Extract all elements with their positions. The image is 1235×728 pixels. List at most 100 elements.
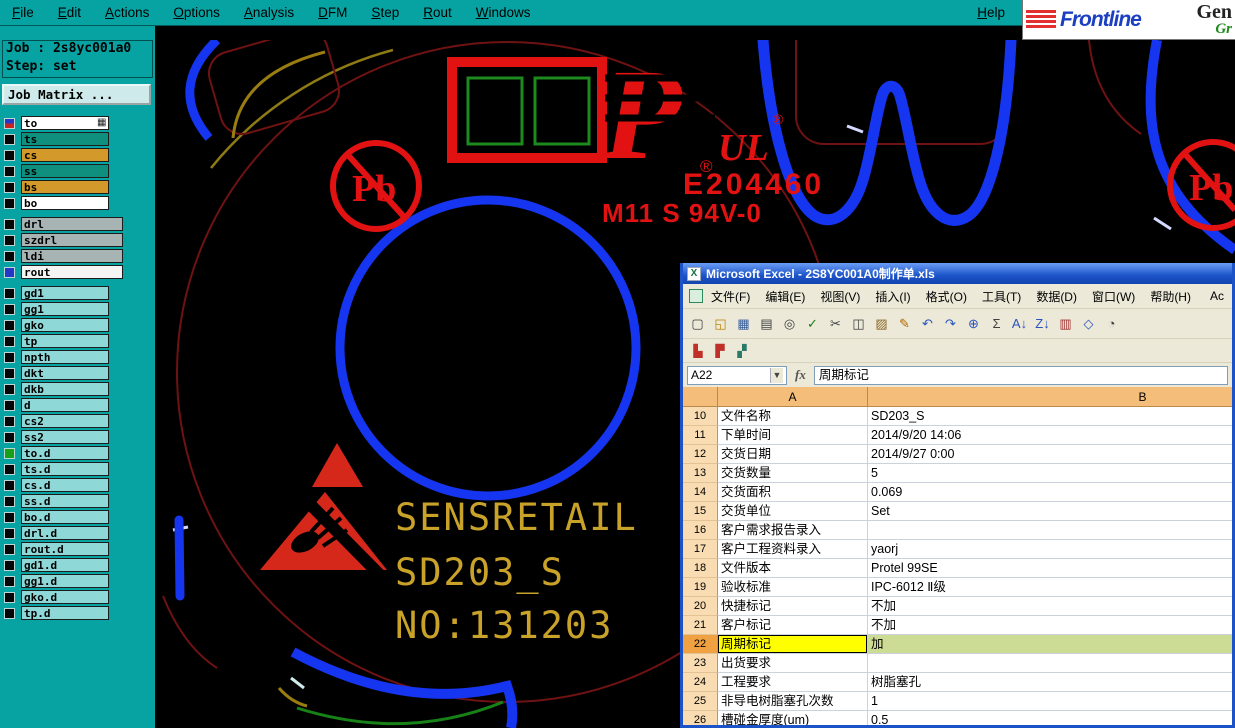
layer-row[interactable]: cs xyxy=(2,147,153,163)
cell-label[interactable]: 文件版本 xyxy=(718,559,868,578)
toolbar-icon[interactable]: ▨ xyxy=(871,313,892,334)
cell-value[interactable]: 5 xyxy=(868,464,1232,483)
layer-select-checkbox[interactable] xyxy=(4,495,15,507)
row-header[interactable]: 24 xyxy=(683,673,718,692)
menu-item[interactable]: Windows xyxy=(476,5,531,20)
layer-row[interactable]: cs2 xyxy=(2,413,153,429)
cell-label[interactable]: 非导电树脂塞孔次数 xyxy=(718,692,868,711)
layer-select-checkbox[interactable] xyxy=(4,266,15,278)
excel-menu-item[interactable]: Ac xyxy=(1210,289,1224,303)
row-header[interactable]: 23 xyxy=(683,654,718,673)
cell-label[interactable]: 下单时间 xyxy=(718,426,868,445)
cell-label[interactable]: 客户标记 xyxy=(718,616,868,635)
cell-label[interactable]: 交货单位 xyxy=(718,502,868,521)
toolbar-icon[interactable]: Σ xyxy=(986,313,1007,334)
cell-value[interactable]: 加 xyxy=(868,635,1232,654)
cell-value[interactable]: Protel 99SE xyxy=(868,559,1232,578)
menu-item[interactable]: Options xyxy=(173,5,220,20)
cell-value[interactable]: 0.5 xyxy=(868,711,1232,725)
layer-select-checkbox[interactable] xyxy=(4,181,15,193)
layer-name[interactable]: szdrl xyxy=(21,233,123,247)
toolbar-icon[interactable]: ▦ xyxy=(733,313,754,334)
cell-label[interactable]: 出货要求 xyxy=(718,654,868,673)
layer-row[interactable]: to.d xyxy=(2,445,153,461)
cell-label[interactable]: 交货日期 xyxy=(718,445,868,464)
layer-select-checkbox[interactable] xyxy=(4,431,15,443)
layer-row[interactable]: tp xyxy=(2,333,153,349)
select-all-corner[interactable] xyxy=(683,387,718,407)
layer-row[interactable]: drl xyxy=(2,216,153,232)
toolbar-icon[interactable]: ▥ xyxy=(1055,313,1076,334)
layer-select-checkbox[interactable] xyxy=(4,383,15,395)
layer-select-checkbox[interactable] xyxy=(4,447,15,459)
toolbar-icon[interactable]: ▞ xyxy=(733,342,751,360)
layer-select-checkbox[interactable] xyxy=(4,527,15,539)
layer-name[interactable]: bo xyxy=(21,196,109,210)
row-header[interactable]: 17 xyxy=(683,540,718,559)
excel-menu-item[interactable]: 插入(I) xyxy=(875,288,910,305)
menu-item[interactable]: Edit xyxy=(58,5,81,20)
toolbar-icon[interactable]: ▛ xyxy=(711,342,729,360)
menu-item[interactable]: Analysis xyxy=(244,5,294,20)
excel-menu-item[interactable]: 编辑(E) xyxy=(765,288,805,305)
cell-value[interactable]: SD203_S xyxy=(868,407,1232,426)
job-matrix-button[interactable]: Job Matrix ... xyxy=(2,84,151,105)
layer-name[interactable]: gd1 xyxy=(21,286,109,300)
menu-item[interactable]: Actions xyxy=(105,5,149,20)
layer-row[interactable]: npth xyxy=(2,349,153,365)
layer-select-checkbox[interactable] xyxy=(4,335,15,347)
layer-name[interactable]: ss.d xyxy=(21,494,109,508)
row-header[interactable]: 11 xyxy=(683,426,718,445)
row-header[interactable]: 14 xyxy=(683,483,718,502)
layer-row[interactable]: ldi xyxy=(2,248,153,264)
row-header[interactable]: 16 xyxy=(683,521,718,540)
toolbar-icon[interactable]: ✓ xyxy=(802,313,823,334)
layer-select-checkbox[interactable] xyxy=(4,607,15,619)
layer-row[interactable]: ts xyxy=(2,131,153,147)
layer-name[interactable]: ss2 xyxy=(21,430,109,444)
toolbar-icon[interactable]: ↶ xyxy=(917,313,938,334)
layer-row[interactable]: dkb xyxy=(2,381,153,397)
toolbar-icon[interactable]: ▢ xyxy=(687,313,708,334)
layer-name[interactable]: bo.d xyxy=(21,510,109,524)
cell-value[interactable]: 不加 xyxy=(868,616,1232,635)
toolbar-icon[interactable]: ▙ xyxy=(689,342,707,360)
excel-menu-item[interactable]: 窗口(W) xyxy=(1092,288,1135,305)
layer-name[interactable]: gko xyxy=(21,318,109,332)
excel-menu-item[interactable]: 工具(T) xyxy=(982,288,1021,305)
layer-select-checkbox[interactable] xyxy=(4,117,15,129)
layer-row[interactable]: cs.d xyxy=(2,477,153,493)
cell-label[interactable]: 文件名称 xyxy=(718,407,868,426)
layer-name[interactable]: gd1.d xyxy=(21,558,109,572)
cell-value[interactable]: 不加 xyxy=(868,597,1232,616)
layer-row[interactable]: to ▦ xyxy=(2,115,153,131)
layer-name[interactable]: to xyxy=(21,116,109,130)
layer-name[interactable]: drl.d xyxy=(21,526,109,540)
row-header[interactable]: 15 xyxy=(683,502,718,521)
layer-select-checkbox[interactable] xyxy=(4,197,15,209)
toolbar-icon[interactable]: A↓ xyxy=(1009,313,1030,334)
layer-row[interactable]: gko xyxy=(2,317,153,333)
layer-row[interactable]: gd1 xyxy=(2,285,153,301)
cell-label[interactable]: 快捷标记 xyxy=(718,597,868,616)
layer-select-checkbox[interactable] xyxy=(4,511,15,523)
layer-select-checkbox[interactable] xyxy=(4,351,15,363)
layer-name[interactable]: cs.d xyxy=(21,478,109,492)
layer-select-checkbox[interactable] xyxy=(4,575,15,587)
layer-row[interactable]: rout.d xyxy=(2,541,153,557)
menu-item[interactable]: Rout xyxy=(423,5,452,20)
layer-row[interactable]: bo xyxy=(2,195,153,211)
cell-value[interactable]: 0.069 xyxy=(868,483,1232,502)
toolbar-icon[interactable]: ⊕ xyxy=(963,313,984,334)
row-header[interactable]: 18 xyxy=(683,559,718,578)
row-header[interactable]: 19 xyxy=(683,578,718,597)
layer-select-checkbox[interactable] xyxy=(4,149,15,161)
menu-item[interactable]: File xyxy=(12,5,34,20)
layer-row[interactable]: gg1 xyxy=(2,301,153,317)
excel-titlebar[interactable]: X Microsoft Excel - 2S8YC001A0制作单.xls xyxy=(683,263,1232,284)
toolbar-icon[interactable]: ◫ xyxy=(848,313,869,334)
layer-row[interactable]: ss2 xyxy=(2,429,153,445)
layer-select-checkbox[interactable] xyxy=(4,303,15,315)
toolbar-icon[interactable]: ◇ xyxy=(1078,313,1099,334)
layer-select-checkbox[interactable] xyxy=(4,234,15,246)
